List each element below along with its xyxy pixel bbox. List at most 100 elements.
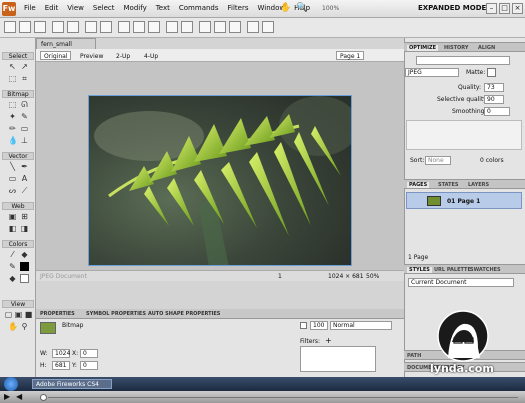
show-slices-icon[interactable]: ◨: [20, 224, 29, 233]
rectangle-icon[interactable]: ▭: [8, 174, 17, 183]
align-icon[interactable]: [199, 21, 211, 33]
crop-icon[interactable]: ⌗: [20, 74, 29, 83]
view-original-button[interactable]: Original: [40, 51, 72, 60]
fill-color-icon[interactable]: ◆: [8, 274, 17, 283]
tab-align[interactable]: ALIGN: [478, 45, 495, 51]
slice-icon[interactable]: ⊞: [20, 212, 29, 221]
scrub-track[interactable]: [48, 397, 518, 398]
redo-icon[interactable]: [100, 21, 112, 33]
pencil-icon[interactable]: ✏: [8, 124, 17, 133]
hand-icon[interactable]: ✋: [280, 3, 291, 13]
line-icon[interactable]: ╲: [8, 162, 17, 171]
add-filter-icon[interactable]: +: [325, 336, 332, 345]
eraser-icon[interactable]: ▭: [20, 124, 29, 133]
format-select[interactable]: JPEG: [405, 68, 459, 77]
page-list-item[interactable]: 01 Page 1: [406, 192, 522, 209]
quality-field[interactable]: 73: [484, 83, 504, 92]
pointer-icon[interactable]: ↖: [8, 62, 17, 71]
selective-quality-field[interactable]: 90: [484, 95, 504, 104]
tab-states[interactable]: STATES: [438, 182, 459, 188]
optimize-preset-select[interactable]: [416, 56, 510, 65]
smoothing-select[interactable]: 0: [484, 107, 510, 116]
stroke-swatch-icon[interactable]: [20, 262, 29, 271]
zoom-level[interactable]: 100%: [322, 5, 339, 12]
ungroup-icon[interactable]: [181, 21, 193, 33]
rotate-right-icon[interactable]: [229, 21, 241, 33]
menu-text[interactable]: Text: [156, 4, 170, 12]
hotspot-icon[interactable]: ▣: [8, 212, 17, 221]
scrub-handle[interactable]: [40, 394, 47, 401]
text-icon[interactable]: A: [20, 174, 29, 183]
workspace-switcher[interactable]: EXPANDED MODE: [418, 4, 486, 12]
tab-swatches[interactable]: SWATCHES: [470, 267, 501, 273]
hide-slices-icon[interactable]: ◧: [8, 224, 17, 233]
document-tab[interactable]: fern_small: [36, 38, 96, 49]
import-icon[interactable]: [52, 21, 64, 33]
fullscreen-menu-icon[interactable]: ▣: [14, 310, 23, 319]
tab-symbol-properties[interactable]: SYMBOL PROPERTIES: [86, 311, 146, 317]
view-2up-button[interactable]: 2-Up: [112, 51, 134, 60]
y-field[interactable]: 0: [80, 361, 98, 370]
print-icon[interactable]: [67, 21, 79, 33]
maximize-icon[interactable]: □: [499, 3, 510, 14]
menu-modify[interactable]: Modify: [124, 4, 147, 12]
start-button-icon[interactable]: [4, 377, 18, 391]
tab-optimize[interactable]: OPTIMIZE: [407, 45, 439, 51]
blur-icon[interactable]: 💧: [8, 136, 18, 145]
subselect-icon[interactable]: ↗: [20, 62, 29, 71]
close-icon[interactable]: ×: [512, 3, 523, 14]
height-field[interactable]: 681: [52, 361, 70, 370]
cut-icon[interactable]: [118, 21, 130, 33]
open-icon[interactable]: [19, 21, 31, 33]
rotate-left-icon[interactable]: [214, 21, 226, 33]
tab-path[interactable]: PATH: [407, 353, 421, 359]
page-select[interactable]: Page 1: [336, 51, 365, 60]
fullscreen-icon[interactable]: ■: [24, 310, 33, 319]
menu-commands[interactable]: Commands: [179, 4, 219, 12]
undo-icon[interactable]: [85, 21, 97, 33]
tab-properties[interactable]: PROPERTIES: [40, 311, 75, 317]
volume-icon[interactable]: ◀: [16, 392, 22, 401]
tab-layers[interactable]: LAYERS: [468, 182, 489, 188]
width-field[interactable]: 1024: [52, 349, 70, 358]
copy-icon[interactable]: [133, 21, 145, 33]
tab-pages[interactable]: PAGES: [407, 182, 430, 188]
view-preview-button[interactable]: Preview: [76, 51, 107, 60]
stroke-color-icon[interactable]: ✎: [8, 262, 17, 271]
new-icon[interactable]: [4, 21, 16, 33]
rubber-stamp-icon[interactable]: ⊥: [20, 136, 29, 145]
fern-photo[interactable]: [88, 95, 352, 266]
scale-icon[interactable]: ⬚: [8, 74, 17, 83]
minimize-icon[interactable]: –: [486, 3, 497, 14]
magic-wand-icon[interactable]: ✦: [8, 112, 17, 121]
standard-screen-icon[interactable]: ▢: [4, 310, 13, 319]
zoom-icon[interactable]: 🔍: [296, 3, 307, 13]
fill-swatch-icon[interactable]: [20, 274, 29, 283]
tab-auto-shape-properties[interactable]: AUTO SHAPE PROPERTIES: [148, 311, 220, 317]
styles-select[interactable]: Current Document: [408, 278, 514, 287]
pen-icon[interactable]: ✒: [20, 162, 29, 171]
tab-url-palette[interactable]: URL PALETTE: [434, 267, 471, 273]
save-icon[interactable]: [34, 21, 46, 33]
sort-select[interactable]: None: [425, 156, 451, 165]
view-4up-button[interactable]: 4-Up: [140, 51, 162, 60]
eyedropper-icon[interactable]: ⁄: [8, 250, 17, 259]
hand-tool-icon[interactable]: ✋: [8, 322, 18, 331]
tab-styles[interactable]: STYLES: [407, 267, 432, 273]
opacity-field[interactable]: 100: [310, 321, 328, 330]
play-icon[interactable]: ▶: [4, 392, 10, 401]
blend-mode-select[interactable]: Normal: [330, 321, 392, 330]
menu-view[interactable]: View: [67, 4, 84, 12]
flip-horizontal-icon[interactable]: [247, 21, 259, 33]
paint-bucket-icon[interactable]: ◆: [20, 250, 29, 259]
flip-vertical-icon[interactable]: [262, 21, 274, 33]
x-field[interactable]: 0: [80, 349, 98, 358]
menu-file[interactable]: File: [24, 4, 36, 12]
group-icon[interactable]: [166, 21, 178, 33]
paste-icon[interactable]: [148, 21, 160, 33]
status-zoom[interactable]: 50%: [366, 273, 379, 280]
taskbar-fireworks-item[interactable]: Adobe Fireworks CS4: [32, 379, 112, 389]
marquee-icon[interactable]: ⬚: [8, 100, 17, 109]
tab-history[interactable]: HISTORY: [444, 45, 469, 51]
menu-edit[interactable]: Edit: [45, 4, 59, 12]
